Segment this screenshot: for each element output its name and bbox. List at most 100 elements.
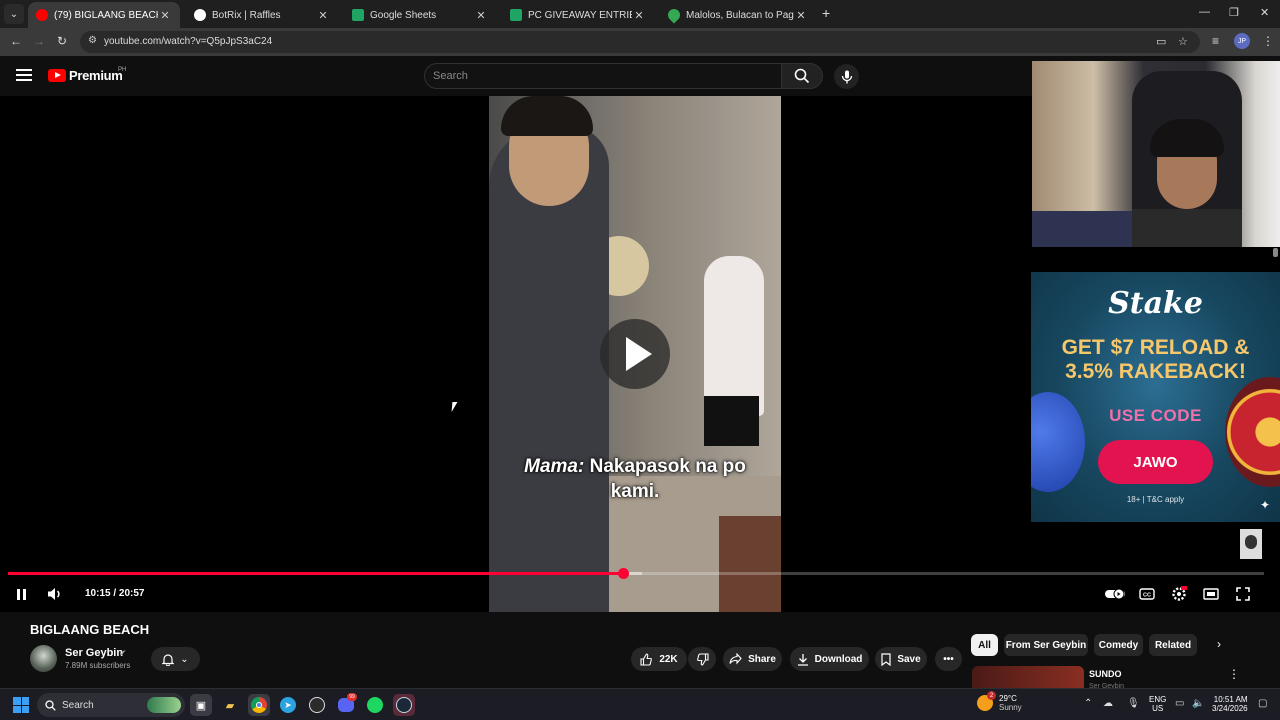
- discord-icon[interactable]: 99: [335, 693, 357, 716]
- share-button[interactable]: Share: [723, 647, 782, 671]
- save-label: Save: [897, 653, 921, 665]
- profile-avatar[interactable]: JP: [1234, 33, 1250, 49]
- chrome-icon[interactable]: [248, 694, 270, 716]
- tab-maps[interactable]: Malolos, Bulacan to Pagudpud, ✕: [660, 2, 816, 28]
- more-vertical-icon[interactable]: ⋮: [1228, 667, 1240, 681]
- fullscreen-button[interactable]: [1234, 584, 1252, 604]
- channel-avatar[interactable]: [30, 645, 57, 672]
- like-button[interactable]: 22K: [631, 647, 687, 671]
- language-indicator[interactable]: ENG US: [1149, 695, 1166, 713]
- tab-youtube[interactable]: (79) BIGLAANG BEACH - YouTu ✕: [28, 2, 180, 28]
- tab-pc-giveaway[interactable]: PC GIVEAWAY ENTRIES MAY 20 ✕: [502, 2, 654, 28]
- svg-text:CC: CC: [1143, 593, 1151, 599]
- obs-icon[interactable]: [306, 694, 328, 716]
- subtitles-button[interactable]: CC: [1138, 584, 1156, 604]
- chevron-up-icon[interactable]: ⌃: [1084, 698, 1092, 709]
- tab-google-sheets[interactable]: Google Sheets ✕: [344, 2, 496, 28]
- close-window-icon[interactable]: ✕: [1260, 6, 1269, 19]
- spotify-icon[interactable]: [364, 694, 386, 716]
- search-button[interactable]: [781, 63, 823, 89]
- settings-button[interactable]: [1170, 584, 1188, 604]
- windows-taskbar: Search ▣ ▰ ➤ 99 2 29°C Sunny ⌃ ☁ 🎙 ENG U…: [0, 688, 1280, 720]
- steam-icon[interactable]: [393, 694, 415, 716]
- close-tab-icon[interactable]: ✕: [632, 9, 646, 22]
- windows-start-icon[interactable]: [13, 697, 29, 713]
- browser-toolbar: ← → ↻ ⚙ youtube.com/watch?v=Q5pJpS3aC24 …: [0, 28, 1280, 56]
- ad-headline-line-1: GET $7 RELOAD &: [1061, 336, 1250, 359]
- mouse-cursor-icon: [451, 402, 463, 412]
- chip-related[interactable]: Related: [1149, 634, 1197, 656]
- search-box[interactable]: [424, 63, 782, 89]
- network-icon[interactable]: ▭: [1175, 698, 1184, 709]
- url-text[interactable]: youtube.com/watch?v=Q5pJpS3aC24: [104, 36, 272, 47]
- tab-search-menu-button[interactable]: ⌄: [4, 4, 24, 24]
- search-input[interactable]: [433, 70, 763, 82]
- autoplay-toggle[interactable]: [1104, 584, 1126, 604]
- thumbs-down-icon: [696, 652, 709, 666]
- close-tab-icon[interactable]: ✕: [158, 9, 172, 22]
- save-button[interactable]: Save: [875, 647, 927, 671]
- tab-title: Malolos, Bulacan to Pagudpud,: [686, 9, 794, 21]
- browser-menu-icon[interactable]: ⋮: [1262, 34, 1274, 48]
- reload-icon[interactable]: ↻: [57, 34, 67, 48]
- logo-region-code: PH: [118, 67, 127, 73]
- recommended-video-thumbnail[interactable]: [972, 666, 1084, 688]
- onedrive-icon[interactable]: ☁: [1103, 698, 1113, 709]
- chip-from-channel[interactable]: From Ser Geybin: [1004, 634, 1088, 656]
- clock-date: 3/24/2026: [1212, 704, 1248, 713]
- voice-search-button[interactable]: [834, 64, 859, 89]
- weather-badge: 2: [987, 691, 996, 700]
- caption-line-1: Nakapasok na po: [584, 456, 746, 477]
- cast-icon[interactable]: ▭: [1156, 35, 1166, 48]
- youtube-logo-text[interactable]: Premium: [69, 68, 123, 83]
- microphone-icon[interactable]: 🎙: [1127, 698, 1140, 709]
- theater-mode-button[interactable]: [1202, 584, 1220, 604]
- speaker-icon[interactable]: 🔈: [1192, 698, 1204, 709]
- channel-name[interactable]: Ser Geybin: [65, 647, 123, 659]
- minimize-icon[interactable]: —: [1199, 6, 1210, 18]
- recommended-video-title[interactable]: SUNDO: [1089, 669, 1122, 679]
- notifications-icon[interactable]: ▢: [1258, 698, 1267, 709]
- youtube-logo-icon[interactable]: [48, 69, 66, 82]
- chip-comedy[interactable]: Comedy: [1094, 634, 1143, 656]
- system-clock[interactable]: 10:51 AM 3/24/2026: [1212, 695, 1248, 713]
- back-arrow-icon[interactable]: ←: [10, 34, 22, 48]
- bookmark-star-icon[interactable]: ☆: [1178, 35, 1188, 48]
- task-view-icon[interactable]: ▣: [190, 694, 212, 716]
- webcam-shirt: [1132, 209, 1242, 247]
- sidebar-scrollbar[interactable]: [1273, 248, 1278, 257]
- taskbar-search[interactable]: Search: [37, 693, 185, 717]
- media-controls-icon[interactable]: ≡: [1212, 34, 1219, 48]
- telegram-icon[interactable]: ➤: [277, 694, 299, 716]
- browser-tab-strip: ⌄ (79) BIGLAANG BEACH - YouTu ✕ BotRix |…: [0, 0, 1280, 28]
- restore-icon[interactable]: ❐: [1229, 6, 1239, 19]
- weather-widget[interactable]: 2 29°C Sunny: [977, 691, 1022, 712]
- play-icon[interactable]: [600, 319, 670, 389]
- chevron-right-icon[interactable]: ›: [1217, 637, 1221, 651]
- stake-ad-banner[interactable]: Stake GET $7 RELOAD & 3.5% RAKEBACK! USE…: [1031, 272, 1280, 522]
- close-tab-icon[interactable]: ✕: [474, 9, 488, 22]
- forward-arrow-icon[interactable]: →: [33, 34, 45, 48]
- volume-button[interactable]: [46, 584, 64, 604]
- close-tab-icon[interactable]: ✕: [794, 9, 808, 22]
- site-info-icon[interactable]: ⚙: [88, 35, 97, 46]
- ad-headline: GET $7 RELOAD & 3.5% RAKEBACK!: [1031, 336, 1280, 384]
- small-profile-thumbnail: [1240, 529, 1262, 559]
- theater-mode-icon: [1203, 588, 1219, 600]
- hamburger-menu-icon[interactable]: [16, 69, 32, 81]
- more-actions-button[interactable]: •••: [935, 647, 962, 671]
- download-button[interactable]: Download: [790, 647, 869, 671]
- address-bar[interactable]: ⚙ youtube.com/watch?v=Q5pJpS3aC24 ▭ ☆: [80, 31, 1200, 53]
- close-tab-icon[interactable]: ✕: [316, 9, 330, 22]
- pause-button[interactable]: [12, 584, 30, 604]
- tab-botrix[interactable]: BotRix | Raffles ✕: [186, 2, 338, 28]
- ad-code-button[interactable]: JAWO: [1098, 440, 1213, 484]
- file-explorer-icon[interactable]: ▰: [219, 694, 241, 716]
- dislike-button[interactable]: [688, 647, 716, 671]
- video-scene-table: [719, 516, 781, 612]
- notification-bell-button[interactable]: ⌄: [151, 647, 200, 671]
- new-tab-plus-icon[interactable]: +: [822, 5, 830, 21]
- progress-bar[interactable]: [8, 568, 1264, 579]
- sun-icon: 2: [977, 691, 996, 711]
- chip-all[interactable]: All: [971, 634, 998, 656]
